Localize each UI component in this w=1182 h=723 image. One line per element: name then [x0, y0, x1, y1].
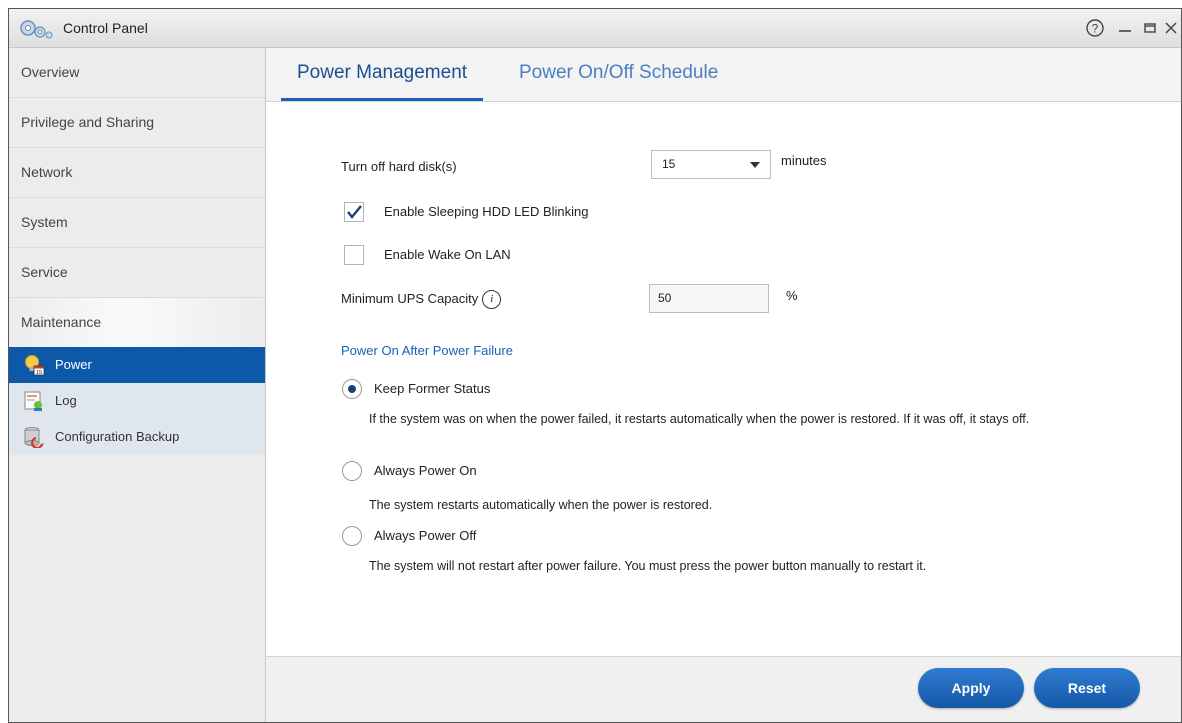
sidebar-item-privilege-and-sharing[interactable]: Privilege and Sharing: [9, 98, 265, 148]
reset-button[interactable]: Reset: [1034, 668, 1140, 708]
sidebar: Overview Privilege and Sharing Network S…: [9, 48, 266, 722]
ups-capacity-label: Minimum UPS Capacity: [341, 290, 479, 306]
footer-bar: Apply Reset: [266, 656, 1181, 722]
ups-capacity-label-wrap: Minimum UPS Capacity i: [341, 290, 502, 309]
option-always-power-on-desc: The system restarts automatically when t…: [369, 498, 713, 512]
log-icon: [24, 391, 42, 411]
sidebar-item-network[interactable]: Network: [9, 148, 265, 198]
svg-text:15: 15: [36, 370, 42, 376]
database-backup-icon: [24, 427, 44, 448]
window-title: Control Panel: [63, 20, 148, 36]
sidebar-subitem-log-label: Log: [55, 393, 77, 408]
tab-power-management[interactable]: Power Management: [281, 48, 484, 101]
led-blinking-label: Enable Sleeping HDD LED Blinking: [384, 204, 589, 219]
apply-button[interactable]: Apply: [918, 668, 1024, 708]
sidebar-subitem-configuration-backup[interactable]: Configuration Backup: [9, 419, 265, 455]
chevron-down-icon: [750, 162, 760, 168]
ups-capacity-unit: %: [786, 288, 798, 303]
hdd-timeout-value: 15: [662, 157, 676, 171]
sidebar-item-service[interactable]: Service: [9, 248, 265, 298]
hdd-timeout-unit: minutes: [781, 153, 827, 168]
radio-keep-former-status[interactable]: [342, 379, 362, 399]
option-keep-former-status-desc: If the system was on when the power fail…: [369, 412, 1030, 426]
led-blinking-checkbox[interactable]: [344, 202, 364, 222]
ups-capacity-input[interactable]: 50: [649, 284, 769, 313]
checkmark-icon: [347, 205, 362, 219]
tab-bar: Power Management Power On/Off Schedule: [266, 48, 1181, 102]
tab-power-on-off-schedule[interactable]: Power On/Off Schedule: [503, 48, 734, 98]
svg-text:?: ?: [1092, 22, 1099, 36]
sidebar-subitem-log[interactable]: Log: [9, 383, 265, 419]
option-always-power-on-label: Always Power On: [374, 463, 477, 478]
control-panel-gears-icon: [20, 20, 53, 39]
wake-on-lan-checkbox[interactable]: [344, 245, 364, 265]
main-content: Power Management Power On/Off Schedule T…: [266, 48, 1181, 722]
sidebar-subitem-power[interactable]: 15 Power: [9, 347, 265, 383]
wake-on-lan-label: Enable Wake On LAN: [384, 247, 511, 262]
control-panel-window: Control Panel ? Overview Privilege and S…: [8, 8, 1182, 723]
power-failure-section-title: Power On After Power Failure: [341, 343, 513, 358]
info-icon[interactable]: i: [482, 290, 502, 309]
maximize-icon[interactable]: [1140, 18, 1160, 38]
title-bar: Control Panel ?: [9, 9, 1181, 48]
radio-always-power-off[interactable]: [342, 526, 362, 546]
maintenance-submenu: 15 Power Log Configuration Backup: [9, 347, 265, 455]
sidebar-item-maintenance[interactable]: Maintenance: [9, 298, 265, 347]
close-icon[interactable]: [1161, 18, 1181, 38]
sidebar-subitem-configuration-backup-label: Configuration Backup: [55, 429, 180, 444]
option-keep-former-status-label: Keep Former Status: [374, 381, 491, 396]
hdd-timeout-label: Turn off hard disk(s): [341, 159, 457, 174]
option-always-power-off-label: Always Power Off: [374, 528, 477, 543]
sidebar-item-system[interactable]: System: [9, 198, 265, 248]
radio-always-power-on[interactable]: [342, 461, 362, 481]
option-always-power-off-desc: The system will not restart after power …: [369, 559, 927, 573]
power-bulb-calendar-icon: 15: [25, 355, 45, 376]
minimize-icon[interactable]: [1115, 18, 1135, 38]
hdd-timeout-select[interactable]: 15: [651, 150, 771, 179]
sidebar-subitem-power-label: Power: [55, 357, 92, 372]
help-icon[interactable]: ?: [1085, 18, 1105, 38]
sidebar-item-overview[interactable]: Overview: [9, 48, 265, 98]
radio-selected-dot: [348, 385, 356, 393]
